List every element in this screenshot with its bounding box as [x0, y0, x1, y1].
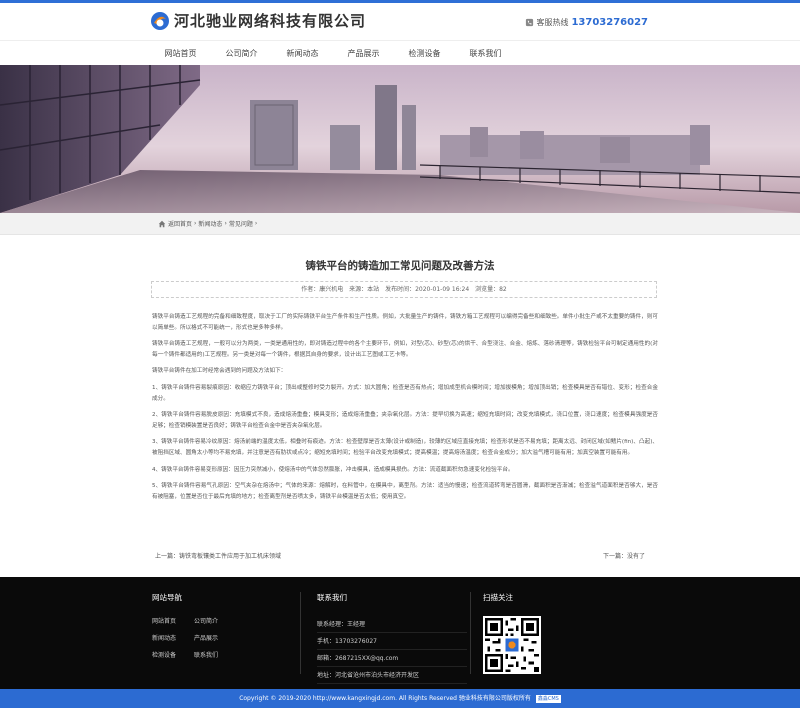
footer-link-news[interactable]: 新闻动态 — [152, 633, 194, 642]
breadcrumb-news[interactable]: 新闻动态 — [198, 219, 222, 228]
footer-contact: 联系我们 联系经理：王经理 手机：13703276027 邮箱：2687215X… — [317, 592, 467, 684]
article-author: 作者：康兴机电 — [301, 286, 344, 293]
footer-qr: 扫描关注 — [483, 592, 541, 674]
nav-item-about[interactable]: 公司简介 — [211, 41, 272, 66]
article-date: 发布时间：2020-01-09 16:24 — [385, 286, 470, 293]
article-source: 来源：本站 — [349, 286, 380, 293]
article-paragraph: 3、铸铁平台铸件容易冷纹原因：熔汤前端的温度太低，相叠时有痕迹。方法：检查壁厚是… — [152, 439, 658, 456]
article-paragraph: 铸铁平台铸造工艺规程，一般可以分为两类，一类是通用性的，即对铸造过程中的各个主要… — [152, 341, 658, 358]
footer-nav-title: 网站导航 — [152, 593, 182, 602]
next-article-link[interactable]: 下一篇：没有了 — [603, 551, 645, 560]
article-title: 铸铁平台的铸造加工常见问题及改善方法 — [305, 260, 495, 272]
logo[interactable]: 河北驰业网络科技有限公司 — [150, 10, 366, 31]
breadcrumb-separator: › — [254, 220, 258, 227]
nav-item-home[interactable]: 网站首页 — [150, 41, 211, 66]
copyright-bar: Copyright © 2019-2020 http://www.kangxin… — [0, 689, 800, 708]
footer-contact-title: 联系我们 — [317, 593, 347, 602]
qr-code-icon — [485, 618, 539, 672]
contact-email[interactable]: 邮箱：2687215XX@qq.com — [317, 650, 467, 667]
logo-icon — [151, 11, 169, 30]
qr-code — [483, 616, 541, 674]
nav-item-contact[interactable]: 联系我们 — [455, 41, 516, 66]
company-name: 河北驰业网络科技有限公司 — [174, 12, 367, 30]
hotline-number[interactable]: 13703276027 — [571, 17, 648, 28]
site-footer: 网站导航 网站首页 公司简介 新闻动态 产品展示 检测设备 联系我们 联系我们 … — [0, 577, 800, 689]
hotline-label: 客服热线 — [536, 18, 569, 27]
phone-icon — [526, 18, 534, 27]
article-paragraph: 1、铸铁平台铸件容易裂痕原因：收缩应力铸铁平台；顶出或整修时受力裂开。方式：加大… — [152, 384, 658, 402]
contact-phone[interactable]: 手机：13703276027 — [317, 633, 467, 650]
banner-image — [0, 65, 800, 213]
breadcrumb-separator: › — [224, 220, 227, 227]
footer-divider — [470, 592, 471, 674]
prev-article-link[interactable]: 上一篇：铸铁弯板镶类工件应用于加工机床领域 — [155, 551, 281, 560]
article-paragraph: 铸铁平台铸造工艺规程的完备和细致程度，取决于工厂的实际铸铁平台生产条件和生产性质… — [152, 314, 658, 331]
main-nav: 网站首页 公司简介 新闻动态 产品展示 检测设备 联系我们 — [0, 40, 800, 65]
article-paragraph: 2、铸铁平台铸件容易脱皮原因：充填模式不良，造成熔汤重叠；模具变形；造成熔汤重叠… — [152, 412, 658, 429]
copyright-text: Copyright © 2019-2020 http://www.kangxin… — [239, 695, 531, 702]
contact-manager: 联系经理：王经理 — [317, 616, 467, 633]
footer-link-about[interactable]: 公司简介 — [194, 616, 234, 625]
footer-qr-title: 扫描关注 — [483, 593, 513, 602]
article-paragraph: 5、铸铁平台铸件容易气孔原因：空气夹杂在熔汤中；气体的来源：熔解时，在料管中，在… — [152, 483, 658, 500]
contact-address: 地址：河北省沧州市泊头市经济开发区 — [317, 667, 467, 684]
article-meta: 作者：康兴机电 来源：本站 发布时间：2020-01-09 16:24 浏览量：… — [151, 281, 657, 298]
footer-link-equipment[interactable]: 检测设备 — [152, 650, 194, 659]
article-body: 铸铁平台铸造工艺规程的完备和细致程度，取决于工厂的实际铸铁平台生产条件和生产性质… — [152, 312, 658, 508]
footer-nav: 网站导航 网站首页 公司简介 新闻动态 产品展示 检测设备 联系我们 — [152, 592, 234, 659]
home-icon — [158, 220, 166, 227]
cms-badge[interactable]: 鑫淼CMS — [535, 694, 561, 703]
breadcrumb: 返回首页 › 新闻动态 › 常见问题 › — [158, 219, 259, 228]
article-views: 浏览量：82 — [475, 286, 507, 293]
breadcrumb-separator: › — [194, 220, 197, 227]
hero-banner — [0, 65, 800, 213]
footer-link-products[interactable]: 产品展示 — [194, 633, 234, 642]
breadcrumb-faq[interactable]: 常见问题 — [229, 219, 253, 228]
hotline: 客服热线 13703276027 — [525, 17, 648, 28]
nav-item-equipment[interactable]: 检测设备 — [394, 41, 455, 66]
footer-divider — [300, 592, 301, 674]
nav-item-news[interactable]: 新闻动态 — [272, 41, 333, 66]
footer-link-contact[interactable]: 联系我们 — [194, 650, 234, 659]
article-paragraph: 4、铸铁平台铸件容易变形原因：因压力突然减小，使熔汤中的气体忽然膨胀，冲击模具，… — [152, 466, 514, 473]
footer-link-home[interactable]: 网站首页 — [152, 616, 194, 625]
site-header: 河北驰业网络科技有限公司 客服热线 13703276027 — [0, 3, 800, 40]
breadcrumb-home[interactable]: 返回首页 — [168, 219, 192, 228]
article-paragraph: 铸铁平台铸件在加工时经常会遇到的问题及方法如下： — [152, 368, 287, 375]
nav-item-products[interactable]: 产品展示 — [333, 41, 394, 66]
breadcrumb-bar: 返回首页 › 新闻动态 › 常见问题 › — [0, 213, 800, 235]
